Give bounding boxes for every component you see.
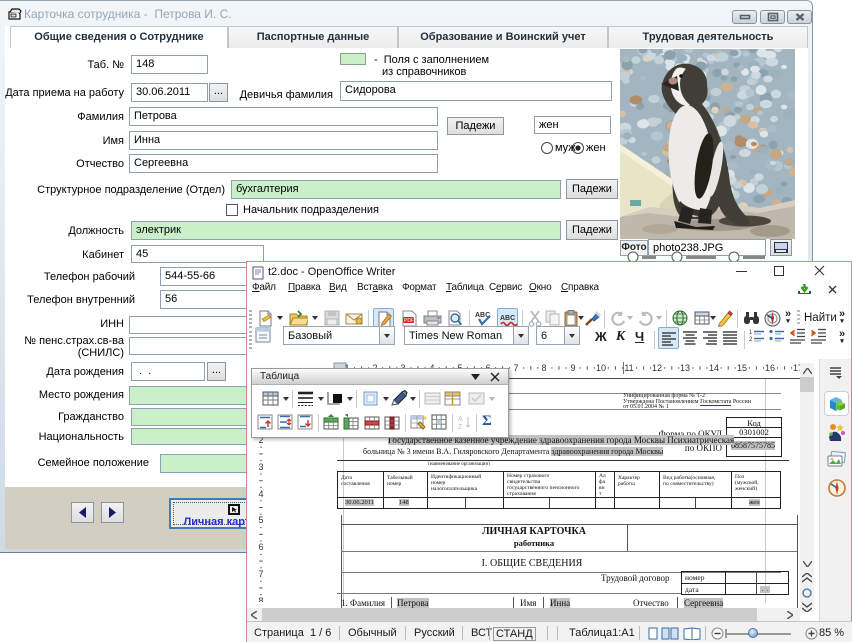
svg-text:3: 3	[258, 462, 263, 472]
svg-text:1: 1	[749, 330, 753, 336]
svg-text:12: 12	[652, 363, 662, 373]
svg-text:8: 8	[258, 596, 263, 602]
svg-text:7: 7	[513, 363, 518, 373]
svg-text:8: 8	[541, 363, 546, 373]
svg-text:14: 14	[709, 363, 719, 373]
svg-text:9: 9	[570, 363, 575, 373]
svg-text:A: A	[458, 416, 463, 423]
svg-text:ABC: ABC	[500, 315, 515, 322]
svg-text:16: 16	[765, 363, 775, 373]
svg-text:11: 11	[624, 363, 633, 373]
svg-text:Z: Z	[458, 424, 463, 431]
svg-text:4: 4	[258, 489, 263, 499]
svg-text:2: 2	[749, 337, 753, 343]
svg-text:5: 5	[258, 515, 263, 525]
svg-text:7: 7	[258, 569, 263, 579]
svg-text:15: 15	[737, 363, 747, 373]
svg-text:6: 6	[258, 542, 263, 552]
svg-text:13: 13	[680, 363, 690, 373]
svg-text:10: 10	[596, 363, 606, 373]
